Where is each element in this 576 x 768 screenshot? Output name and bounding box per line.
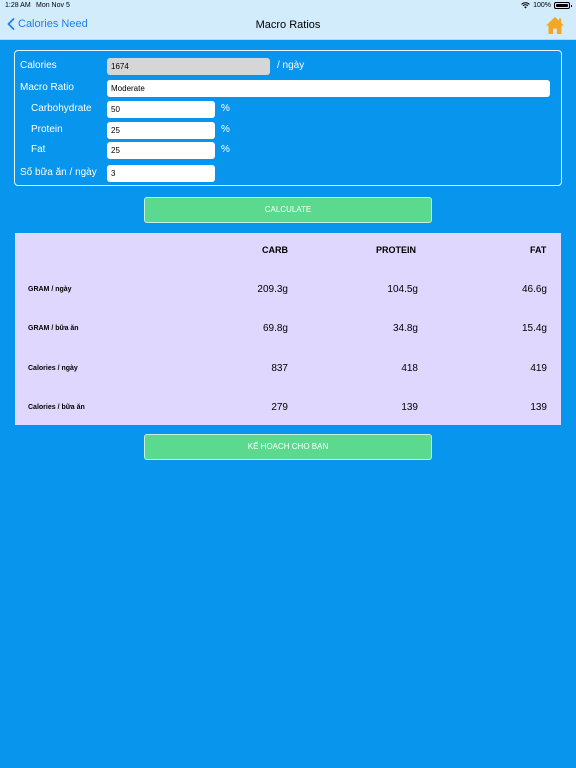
protein-row: Protein 25 % xyxy=(15,122,561,139)
home-icon[interactable] xyxy=(545,16,565,35)
meals-row: Số bữa ăn / ngày 3 xyxy=(15,165,561,182)
row-label: Calories / bữa ăn xyxy=(28,404,85,411)
meals-field[interactable]: 3 xyxy=(107,165,215,182)
results-table: CARB PROTEIN FAT GRAM / ngày 209.3g 104.… xyxy=(15,233,561,425)
table-cell: 139 xyxy=(530,402,547,413)
wifi-icon xyxy=(521,2,530,9)
table-cell: 15.4g xyxy=(521,323,547,334)
carb-label: Carbohydrate xyxy=(31,103,92,114)
navigation-bar: Calories Need Macro Ratios xyxy=(0,12,576,40)
header-fat: FAT xyxy=(530,245,547,255)
table-cell: 104.5g xyxy=(387,284,418,295)
row-label: GRAM / ngày xyxy=(28,286,72,293)
table-cell: 139 xyxy=(401,402,418,413)
status-date: Mon Nov 5 xyxy=(36,2,70,9)
protein-label: Protein xyxy=(31,124,63,135)
macro-input-form: Calories 1674 / ngày Macro Ratio Moderat… xyxy=(14,50,562,186)
carb-field[interactable]: 50 xyxy=(107,101,215,118)
row-label: Calories / ngày xyxy=(28,365,78,372)
fat-label: Fat xyxy=(31,144,46,155)
calories-unit: / ngày xyxy=(277,60,305,71)
table-cell: 279 xyxy=(271,402,288,413)
table-cell: 69.8g xyxy=(262,323,288,334)
calculate-button[interactable]: CALCULATE xyxy=(144,197,432,223)
header-carb: CARB xyxy=(262,245,288,255)
table-cell: 46.6g xyxy=(521,284,547,295)
fat-row: Fat 25 % xyxy=(15,142,561,159)
row-label: GRAM / bữa ăn xyxy=(28,325,79,332)
carb-row: Carbohydrate 50 % xyxy=(15,101,561,118)
page-title: Macro Ratios xyxy=(255,19,321,31)
macro-ratio-row: Macro Ratio Moderate xyxy=(15,80,561,97)
macro-ratio-select[interactable]: Moderate xyxy=(107,80,550,97)
header-protein: PROTEIN xyxy=(376,245,417,255)
calories-field[interactable]: 1674 xyxy=(107,58,270,75)
table-cell: 837 xyxy=(271,363,288,374)
protein-percent: % xyxy=(221,124,230,135)
calories-row: Calories 1674 / ngày xyxy=(15,58,561,75)
carb-percent: % xyxy=(221,103,230,114)
fat-field[interactable]: 25 xyxy=(107,142,215,159)
table-cell: 418 xyxy=(401,363,418,374)
plan-button[interactable]: KẾ HOẠCH CHO BẠN xyxy=(144,434,432,460)
calories-label: Calories xyxy=(20,60,57,71)
table-cell: 419 xyxy=(530,363,547,374)
table-cell: 34.8g xyxy=(392,323,418,334)
battery-percent: 100% xyxy=(533,2,551,9)
macro-ratio-label: Macro Ratio xyxy=(20,82,74,93)
table-cell: 209.3g xyxy=(257,284,288,295)
status-bar: 1:28 AM Mon Nov 5 100% xyxy=(0,0,576,12)
status-time: 1:28 AM xyxy=(5,2,31,9)
meals-label: Số bữa ăn / ngày xyxy=(20,167,97,178)
battery-icon xyxy=(554,2,572,9)
fat-percent: % xyxy=(221,144,230,155)
status-right: 100% xyxy=(521,2,572,9)
protein-field[interactable]: 25 xyxy=(107,122,215,139)
